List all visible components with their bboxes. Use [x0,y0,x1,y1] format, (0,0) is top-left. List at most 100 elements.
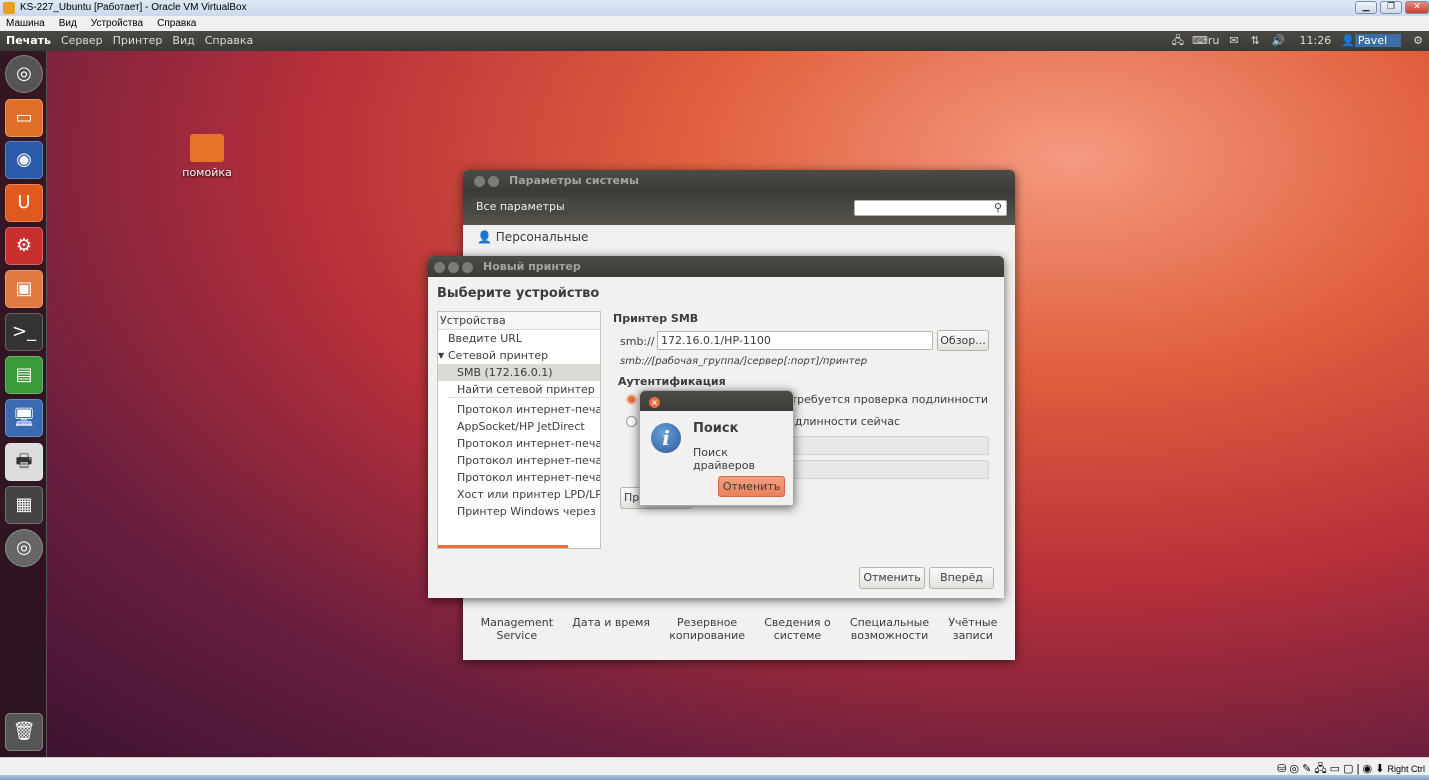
network-arrows-icon[interactable]: ⇅ [1251,34,1260,47]
trash-icon[interactable]: 🗑 [5,713,43,751]
remote-desktop-icon[interactable]: 🖥 [5,399,43,437]
list-item[interactable]: AppSocket/HP JetDirect [438,418,600,435]
maximize-icon[interactable] [462,261,473,273]
list-item[interactable]: Введите URL [438,330,600,347]
desktop-icon-label[interactable]: помойка [170,166,244,179]
software-center-icon[interactable]: ▣ [5,270,43,308]
minimize-icon[interactable] [488,175,499,187]
all-settings-button[interactable]: Все параметры [472,198,569,215]
panel-menu-server[interactable]: Сервер [61,34,103,47]
settings-icon[interactable]: ⚙ [5,227,43,265]
cancel-button[interactable]: Отменить [859,567,925,589]
volume-icon[interactable]: 🔊 [1272,34,1286,47]
gear-icon[interactable]: ⚙ [1413,34,1423,47]
shared-folders-icon[interactable]: ▭ [1330,763,1340,775]
list-item[interactable]: Принтер Windows через SAMBA [438,503,600,520]
person-icon: 👤 [477,230,492,244]
browse-button[interactable]: Обзор... [937,330,989,351]
list-item-selected[interactable]: SMB (172.16.0.1) [438,364,600,381]
network-icon[interactable]: 🖧 [1172,34,1184,47]
list-item[interactable]: Протокол интернет-печати [438,452,600,469]
mail-icon[interactable]: ✉ [1229,34,1238,47]
list-item[interactable]: Хост или принтер LPD/LPR [438,486,600,503]
search-icon: ⚲ [993,201,1002,214]
folder-icon[interactable] [190,134,224,162]
expander-icon[interactable]: ▼ [438,347,444,364]
keyboard-layout[interactable]: ru [1208,34,1220,47]
list-item[interactable]: Найти сетевой принтер [448,381,600,398]
search-message: Поиск драйверов [693,446,755,472]
panel-menu-print[interactable]: Печать [6,34,51,47]
forward-button[interactable]: Вперёд [929,567,994,589]
settings-search-input[interactable]: ⚲ [854,200,1007,216]
disc-icon[interactable]: ◎ [5,529,43,567]
printer-icon[interactable]: 🖶 [5,443,43,481]
list-item[interactable]: Протокол интернет-печати [438,435,600,452]
clock[interactable]: 11:26 [1300,34,1332,47]
settings-item-system-info[interactable]: Сведения о системе [764,616,831,642]
smb-section-title: Принтер SMB [613,312,699,325]
usb-icon[interactable]: ✎ [1302,763,1311,775]
smb-hint: smb://[рабочая_группа/]сервер[:порт]/при… [620,356,868,367]
scrollbar[interactable] [438,545,568,548]
settings-items-row: Management Service Дата и время Резервное… [463,616,1015,642]
panel-menu-help[interactable]: Справка [205,34,253,47]
ubuntu-one-icon[interactable]: U [5,184,43,222]
search-heading: Поиск [693,421,739,436]
panel-menu-printer[interactable]: Принтер [113,34,163,47]
settings-item-accounts[interactable]: Учётные записи [948,616,997,642]
terminal-icon[interactable]: >_ [5,313,43,351]
host-taskbar [0,775,1429,780]
settings-item-datetime[interactable]: Дата и время [572,616,650,642]
capture-icon[interactable]: ▢ [1343,763,1353,775]
auth-title: Аутентификация [618,375,726,388]
mouse-integration-icon[interactable]: ◉ [1363,763,1373,775]
workspace-switcher-icon[interactable]: ▦ [5,486,43,524]
menu-help[interactable]: Справка [157,18,196,29]
search-dialog: × i Поиск Поиск драйверов Отменить [639,390,794,506]
minimize-icon[interactable] [448,261,459,273]
menu-view[interactable]: Вид [59,18,77,29]
list-item[interactable]: Протокол интернет-печати [438,469,600,486]
settings-title: Параметры системы [509,174,639,187]
info-icon: i [651,423,681,453]
network-status-icon[interactable]: 🖧 [1314,763,1326,775]
top-panel: Печать Сервер Принтер Вид Справка 🖧 ⌨ru ✉ ⇅ 🔊 11:… [0,31,1429,51]
vbox-status-bar: ⛁ ◎ ✎ 🖧 ▭ ▢ | ◉ ⬇ Right Ctrl [0,757,1429,775]
settings-item-backup[interactable]: Резервное копирование [669,616,745,642]
menu-devices[interactable]: Устройства [91,18,143,29]
keyboard-icon[interactable]: ⌨ [1192,34,1208,47]
device-list[interactable]: Устройства Введите URL ▼ Сетевой принтер … [437,311,601,549]
close-icon[interactable] [474,175,485,187]
hard-disk-icon[interactable]: ⛁ [1277,763,1286,775]
panel-menu-view[interactable]: Вид [172,34,194,47]
cd-icon[interactable]: ◎ [1289,763,1299,775]
restore-button[interactable]: ❐ [1380,1,1402,14]
vbox-title: KS-227_Ubuntu [Работает] - Oracle VM Vir… [20,2,247,13]
vbox-title-bar: KS-227_Ubuntu [Работает] - Oracle VM Vir… [0,0,1429,16]
dash-home-icon[interactable]: ◎ [5,55,43,93]
settings-item-management[interactable]: Management Service [481,616,553,642]
files-icon[interactable]: ▭ [5,99,43,137]
smb-url-input[interactable]: 172.16.0.1/HP-1100 [657,331,933,350]
close-icon[interactable] [434,261,445,273]
list-item[interactable]: Протокол интернет-печати [438,401,600,418]
search-cancel-button[interactable]: Отменить [718,476,785,497]
menu-machine[interactable]: Машина [6,18,45,29]
close-icon[interactable]: × [649,396,660,408]
smb-prefix-label: smb:// [620,335,655,348]
radio-prompt[interactable] [626,394,637,405]
keyboard-capture-icon[interactable]: ⬇ [1375,763,1384,775]
host-key: Right Ctrl [1387,764,1425,774]
minimize-button[interactable]: ▁ [1355,1,1377,14]
user-name[interactable]: Pavel [1354,34,1402,47]
system-monitor-icon[interactable]: ▤ [5,356,43,394]
radio-set-now[interactable] [626,416,637,427]
user-icon[interactable]: 👤 [1341,34,1355,47]
list-item[interactable]: ▼ Сетевой принтер [438,347,600,364]
settings-item-accessibility[interactable]: Специальные возможности [850,616,929,642]
firefox-icon[interactable]: ◉ [5,141,43,179]
close-button[interactable]: ✕ [1405,1,1429,14]
list-header[interactable]: Устройства [438,312,600,330]
settings-title-bar: Параметры системы [463,170,1015,191]
